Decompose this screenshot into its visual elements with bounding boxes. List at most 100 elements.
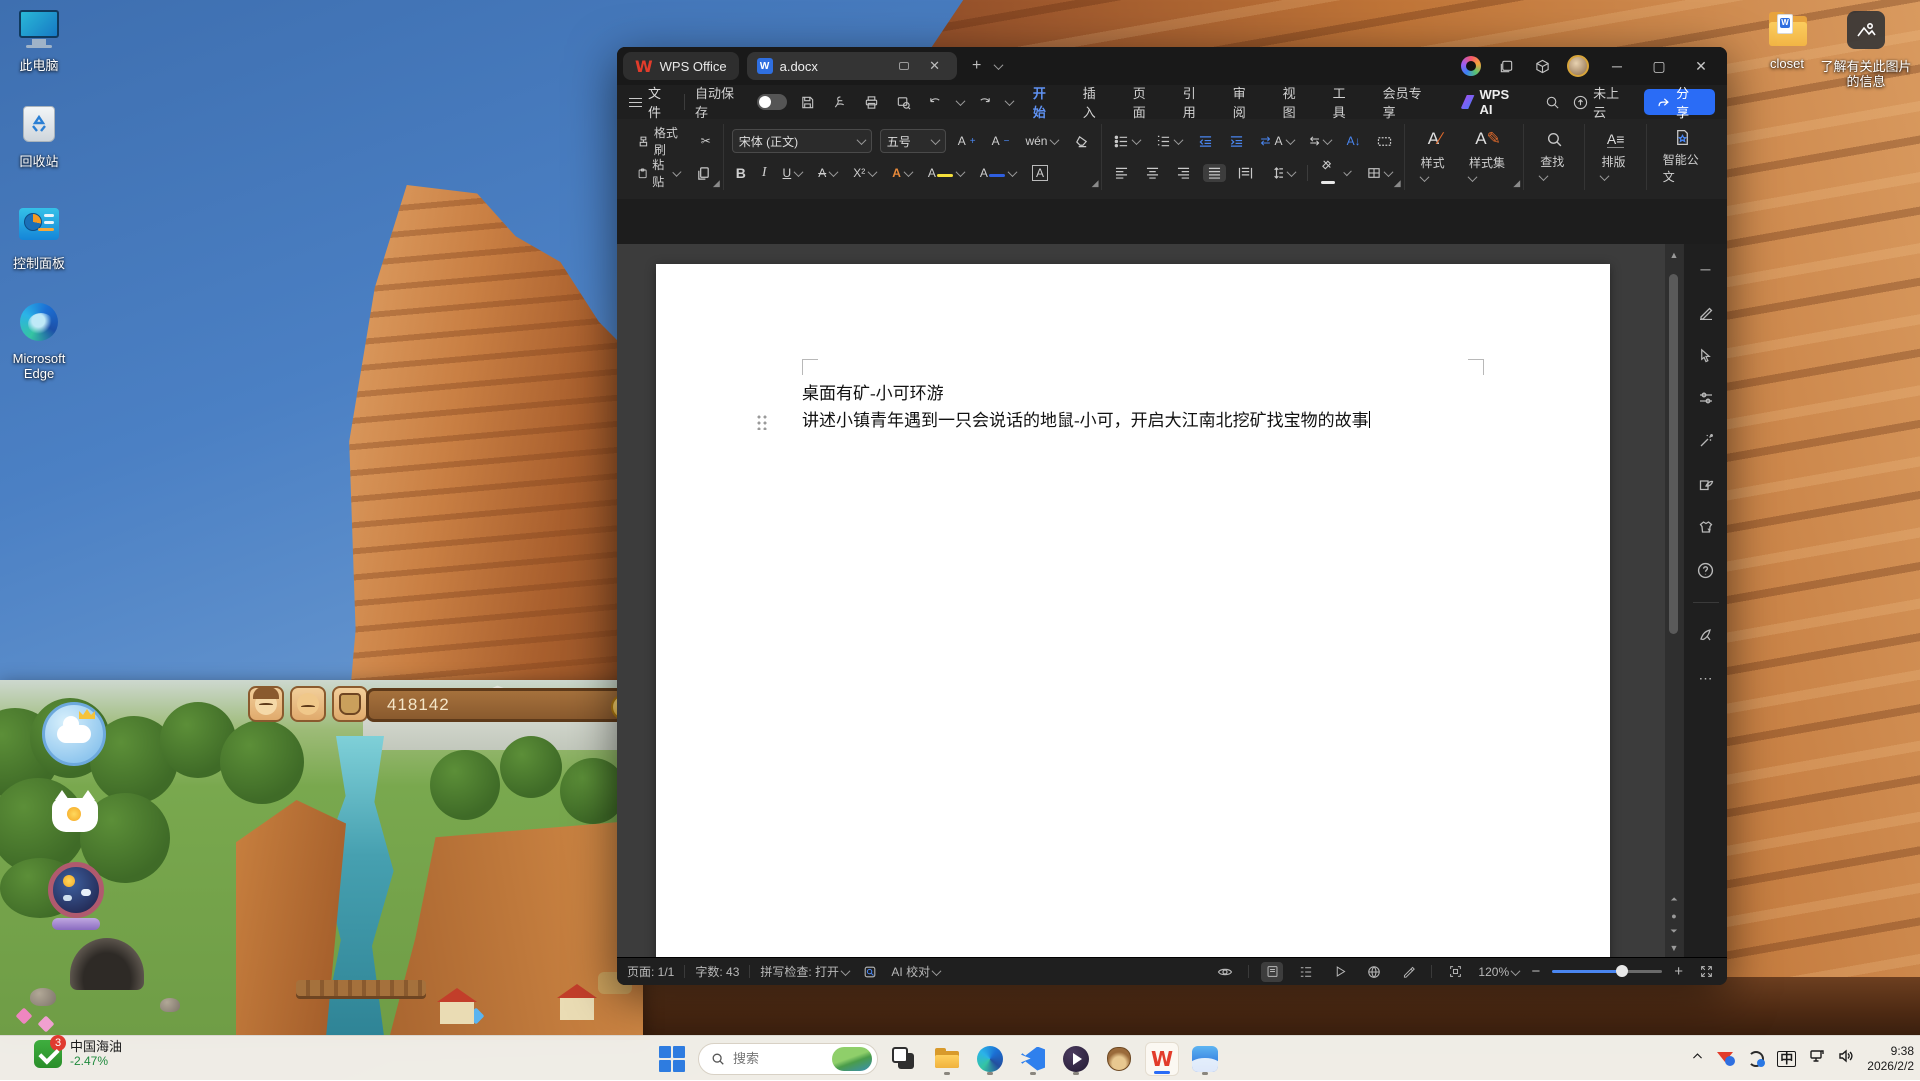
desktop-icon-edge[interactable]: Microsoft Edge (0, 300, 82, 381)
word-count[interactable]: 字数: 43 (695, 963, 739, 980)
multi-window-icon[interactable] (1495, 55, 1517, 77)
vscode-button[interactable] (1016, 1042, 1050, 1076)
taskbar-search[interactable] (698, 1043, 878, 1075)
bullet-list-button[interactable] (1110, 132, 1144, 151)
export-pdf-icon[interactable] (829, 91, 851, 113)
game-character-button[interactable] (248, 686, 284, 722)
print-icon[interactable] (861, 91, 883, 113)
distribute-button[interactable] (1234, 164, 1257, 182)
minimize-button[interactable]: ─ (1603, 58, 1631, 74)
desktop-icon-this-pc[interactable]: 此电脑 (0, 8, 82, 73)
line-spacing-button[interactable] (1265, 164, 1299, 182)
clipboard-launcher-icon[interactable]: ◢ (713, 178, 720, 189)
redo-chevron-icon[interactable] (1004, 96, 1014, 106)
adjust-sliders-icon[interactable] (1695, 387, 1717, 409)
zoom-in-button[interactable]: + (1674, 963, 1683, 980)
paragraph-launcher-icon[interactable]: ◢ (1394, 178, 1401, 189)
ai-assistant-icon[interactable] (1461, 56, 1481, 76)
start-button[interactable] (655, 1042, 689, 1076)
tray-expand-chevron-icon[interactable] (1691, 1050, 1704, 1068)
character-spacing-button[interactable]: ⇆ (1306, 131, 1335, 151)
file-menu-button[interactable]: 文件 (629, 83, 674, 121)
cube-icon[interactable] (1531, 55, 1553, 77)
taskbar-clock[interactable]: 9:38 2026/2/2 (1867, 1044, 1914, 1074)
vertical-scrollbar[interactable]: ▲ ⏶ ● ⏷ ▼ (1665, 244, 1683, 957)
game-currency-panel[interactable]: 418142 (366, 688, 628, 722)
skin-shirt-icon[interactable] (1695, 516, 1717, 538)
file-explorer-button[interactable] (930, 1042, 964, 1076)
ai-proof[interactable]: AI 校对 (891, 963, 940, 980)
decrease-font-button[interactable]: A− (988, 131, 1014, 151)
bold-button[interactable]: B (732, 162, 750, 184)
zoom-out-button[interactable]: − (1531, 963, 1540, 980)
sort-button[interactable]: A↓ (1343, 131, 1365, 151)
fit-page-icon[interactable] (1444, 962, 1466, 982)
text-frame-icon[interactable] (1373, 132, 1396, 151)
font-launcher-icon[interactable]: ◢ (1092, 178, 1099, 189)
network-icon[interactable] (1809, 1049, 1825, 1068)
paste-button[interactable]: 粘贴 (633, 153, 684, 193)
new-tab-button[interactable]: + (965, 54, 989, 78)
volume-icon[interactable] (1838, 1049, 1854, 1068)
autosave-toggle[interactable] (757, 94, 787, 110)
phonetic-guide-button[interactable]: wén (1021, 131, 1062, 151)
edit-pen-icon[interactable] (1695, 301, 1717, 323)
smart-doc-button[interactable]: 智能公文 (1655, 127, 1711, 187)
align-left-button[interactable] (1110, 164, 1133, 182)
document-canvas[interactable]: 桌面有矿-小可环游 讲述小镇青年遇到一只会说话的地鼠-小可，开启大江南北挖矿找宝… (617, 244, 1665, 957)
collapse-toolbar-icon[interactable]: ─ (1695, 258, 1717, 280)
zoom-level[interactable]: 120% (1478, 965, 1519, 979)
wps-taskbar-button[interactable]: W (1145, 1042, 1179, 1076)
game-app-button[interactable] (1102, 1042, 1136, 1076)
desktop-icon-control-panel[interactable]: 控制面板 (0, 203, 82, 271)
print-preview-icon[interactable] (893, 91, 915, 113)
font-name-select[interactable]: 宋体 (正文) (732, 129, 872, 153)
clear-format-icon[interactable] (1070, 131, 1093, 152)
page-view-icon[interactable] (1261, 962, 1283, 982)
play-view-icon[interactable] (1329, 962, 1351, 982)
browse-object-icon[interactable]: ● (1665, 911, 1683, 921)
share-button[interactable]: 分享 (1644, 89, 1715, 115)
wps-home-button[interactable]: W WPS Office (623, 52, 739, 80)
page-indicator[interactable]: 页面: 1/1 (627, 963, 674, 980)
game-magic-orb[interactable] (48, 862, 104, 918)
ink-pen-icon[interactable] (1397, 962, 1419, 982)
increase-indent-icon[interactable] (1225, 132, 1248, 151)
maximize-button[interactable]: ▢ (1645, 58, 1673, 75)
italic-button[interactable]: I (758, 162, 771, 184)
help-icon[interactable] (1695, 559, 1717, 581)
tab-close-icon[interactable]: ✕ (923, 54, 947, 78)
document-page[interactable]: 桌面有矿-小可环游 讲述小镇青年遇到一只会说话的地鼠-小可，开启大江南北挖矿找宝… (656, 264, 1610, 957)
game-sleep-button[interactable] (290, 686, 326, 722)
search-highlight-thumbnail[interactable] (832, 1047, 872, 1071)
tab-list-chevron-icon[interactable] (993, 60, 1003, 70)
zoom-slider[interactable] (1552, 970, 1662, 973)
game-cat-cloud-item[interactable] (52, 798, 98, 832)
align-right-button[interactable] (1172, 164, 1195, 182)
search-input[interactable] (733, 1051, 819, 1066)
increase-font-button[interactable]: A+ (954, 131, 980, 151)
font-color-button[interactable]: A (976, 163, 1020, 183)
decrease-indent-icon[interactable] (1194, 132, 1217, 151)
scroll-up-icon[interactable]: ▲ (1665, 250, 1683, 260)
sync-tray-icon[interactable] (1748, 1051, 1764, 1067)
paragraph-drag-handle[interactable] (756, 414, 768, 430)
highlight-color-button[interactable]: A (924, 163, 968, 183)
wps-motion-icon[interactable] (1695, 624, 1717, 646)
cut-icon[interactable]: ✂ (697, 131, 715, 151)
game-weather-widget[interactable] (42, 702, 106, 766)
style-button[interactable]: A∕ 样式 (1413, 127, 1457, 187)
doc-line-1[interactable]: 桌面有矿-小可环游 (802, 380, 1474, 407)
borders-button[interactable] (1363, 164, 1396, 182)
eye-protect-icon[interactable] (1214, 962, 1236, 982)
document-text[interactable]: 桌面有矿-小可环游 讲述小镇青年遇到一只会说话的地鼠-小可，开启大江南北挖矿找宝… (802, 380, 1474, 434)
doc-line-2[interactable]: 讲述小镇青年遇到一只会说话的地鼠-小可，开启大江南北挖矿找宝物的故事 (802, 407, 1474, 434)
save-icon[interactable] (797, 91, 819, 113)
media-player-button[interactable] (1059, 1042, 1093, 1076)
game-inventory-button[interactable] (332, 686, 368, 722)
strikethrough-button[interactable]: A (814, 163, 841, 183)
magic-wand-icon[interactable] (1695, 430, 1717, 452)
align-center-button[interactable] (1141, 164, 1164, 182)
styles-launcher-icon[interactable]: ◢ (1513, 178, 1520, 189)
docs-app-button[interactable] (1188, 1042, 1222, 1076)
